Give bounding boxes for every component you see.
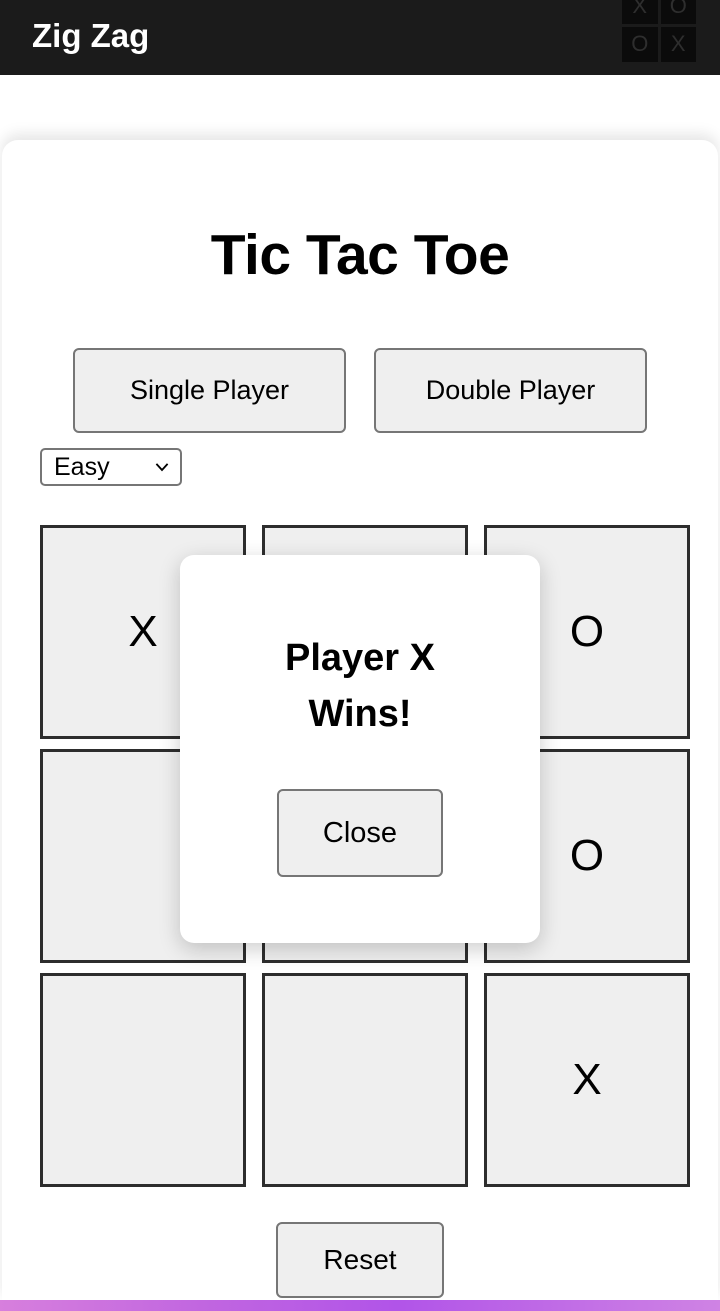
logo-cell-o-2: O [622,26,658,62]
board-cell-7[interactable] [262,973,468,1187]
page-title: Tic Tac Toe [210,223,510,287]
win-dialog-message: Player X Wins! [285,637,435,736]
double-player-button[interactable]: Double Player [374,348,647,433]
close-button[interactable]: Close [277,789,443,878]
board-cell-8[interactable]: X [484,973,690,1187]
mode-button-row: Single Player Double Player [2,348,718,433]
single-player-button[interactable]: Single Player [73,348,346,433]
chevron-down-icon [155,463,169,472]
win-dialog: Player X Wins! Close [180,555,540,943]
bottom-accent-bar [0,1300,720,1311]
difficulty-select-box[interactable]: Easy [40,448,182,486]
reset-button[interactable]: Reset [276,1222,444,1298]
tic-tac-toe-logo-icon: X O O X [622,0,696,62]
difficulty-select-value: Easy [54,452,110,481]
logo-cell-o-1: O [660,0,696,24]
app-title: Zig Zag [32,17,150,54]
board-cell-6[interactable] [40,973,246,1187]
logo-cell-x-1: X [622,0,658,24]
app-logo: X O O X [622,0,696,62]
reset-button-row: Reset [2,1222,718,1298]
logo-cell-x-2: X [660,26,696,62]
difficulty-select[interactable]: Easy [40,448,182,486]
app-header: Zig Zag X O O X [0,0,720,75]
